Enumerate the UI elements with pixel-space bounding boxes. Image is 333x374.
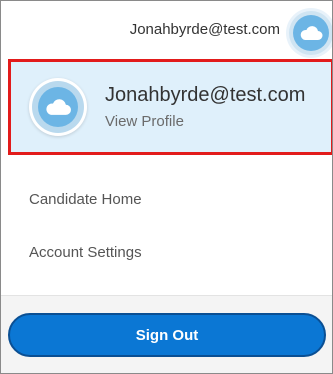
cloud-icon — [300, 26, 323, 40]
account-menu-panel: Jonahbyrde@test.com Jonahbyrde@test.com … — [0, 0, 333, 374]
menu-item-label: Candidate Home — [29, 191, 142, 208]
header-email: Jonahbyrde@test.com — [129, 21, 280, 38]
cloud-icon — [46, 99, 71, 115]
profile-avatar — [29, 78, 87, 136]
menu-item-candidate-home[interactable]: Candidate Home — [1, 177, 332, 221]
sign-out-button[interactable]: Sign Out — [8, 313, 326, 357]
profile-name: Jonahbyrde@test.com — [105, 84, 306, 106]
header-avatar[interactable] — [289, 11, 332, 55]
menu-item-account-settings[interactable]: Account Settings — [1, 230, 332, 274]
profile-card[interactable]: Jonahbyrde@test.com View Profile — [8, 59, 332, 155]
account-menu-header: Jonahbyrde@test.com — [1, 1, 332, 59]
view-profile-link[interactable]: View Profile — [105, 113, 184, 130]
menu-item-label: Account Settings — [29, 244, 142, 261]
account-menu-footer: Sign Out — [1, 295, 332, 373]
